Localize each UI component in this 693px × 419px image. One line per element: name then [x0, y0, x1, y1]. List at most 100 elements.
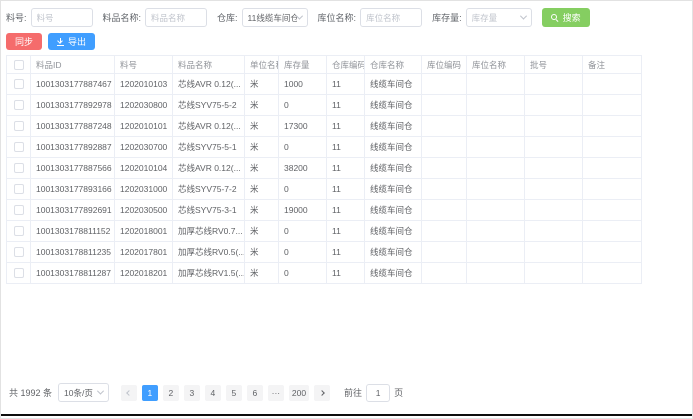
cell-remark	[583, 221, 642, 242]
search-button-label: 搜索	[563, 11, 581, 24]
page-button[interactable]: 200	[289, 385, 309, 401]
chevron-down-icon	[296, 13, 303, 20]
row-checkbox[interactable]	[14, 163, 24, 173]
page-button[interactable]: 5	[226, 385, 242, 401]
download-icon	[57, 38, 64, 46]
material-code-input[interactable]	[31, 8, 93, 27]
filter-material-code: 料号:	[6, 8, 93, 27]
row-checkbox[interactable]	[14, 121, 24, 131]
select-all-checkbox[interactable]	[14, 60, 24, 70]
filter-stock-qty: 库存量: 库存量	[432, 8, 532, 27]
table-row[interactable]: 1001303177887248 1202010101 芯线AVR 0.12(.…	[7, 116, 642, 137]
col-header-location-name: 库位名称	[467, 56, 525, 74]
search-button[interactable]: 搜索	[542, 8, 590, 27]
more-pages-button[interactable]: ···	[268, 385, 284, 401]
cell-item-id: 1001303177887248	[31, 116, 115, 137]
warehouse-select[interactable]: 11线缆车间仓	[242, 8, 308, 27]
table-row[interactable]: 1001303178811152 1202018001 加厚芯线RV0.7...…	[7, 221, 642, 242]
cell-location-name	[467, 263, 525, 284]
prev-page-button[interactable]	[121, 385, 137, 401]
item-name-input[interactable]	[145, 8, 207, 27]
cell-remark	[583, 179, 642, 200]
cell-warehouse-name: 线缆车间仓	[365, 179, 422, 200]
table-row[interactable]: 1001303177892978 1202030800 芯线SYV75-5-2 …	[7, 95, 642, 116]
page-size-value: 10条/页	[64, 387, 93, 399]
page-button[interactable]: 2	[163, 385, 179, 401]
material-code-label: 料号:	[6, 11, 27, 24]
cell-unit-name: 米	[245, 179, 279, 200]
cell-material-code: 1202010101	[115, 116, 173, 137]
page-button[interactable]: 3	[184, 385, 200, 401]
cell-remark	[583, 242, 642, 263]
item-name-label: 料品名称:	[103, 11, 142, 24]
cell-unit-name: 米	[245, 74, 279, 95]
goto-page-input[interactable]	[366, 384, 390, 402]
stock-qty-select[interactable]: 库存量	[466, 8, 532, 27]
cell-warehouse-code: 11	[327, 263, 365, 284]
cell-item-name: 加厚芯线RV1.5(...	[173, 263, 245, 284]
page-button[interactable]: 4	[205, 385, 221, 401]
location-name-input[interactable]	[360, 8, 422, 27]
cell-material-code: 1202017801	[115, 242, 173, 263]
row-checkbox[interactable]	[14, 226, 24, 236]
cell-warehouse-name: 线缆车间仓	[365, 221, 422, 242]
table-row[interactable]: 1001303177887566 1202010104 芯线AVR 0.12(.…	[7, 158, 642, 179]
cell-location-name	[467, 137, 525, 158]
cell-unit-name: 米	[245, 263, 279, 284]
cell-item-name: 芯线SYV75-3-1	[173, 200, 245, 221]
cell-location-code	[422, 158, 467, 179]
cell-warehouse-name: 线缆车间仓	[365, 116, 422, 137]
table-row[interactable]: 1001303177893166 1202031000 芯线SYV75-7-2 …	[7, 179, 642, 200]
row-checkbox[interactable]	[14, 247, 24, 257]
row-checkbox[interactable]	[14, 142, 24, 152]
page-size-select[interactable]: 10条/页	[58, 383, 109, 402]
cell-batch-no	[525, 263, 583, 284]
cell-item-name: 芯线SYV75-5-1	[173, 137, 245, 158]
row-checkbox[interactable]	[14, 184, 24, 194]
cell-stock-qty: 17300	[279, 116, 327, 137]
row-checkbox[interactable]	[14, 100, 24, 110]
sync-button[interactable]: 同步	[6, 33, 42, 50]
cell-item-name: 芯线AVR 0.12(...	[173, 158, 245, 179]
row-checkbox[interactable]	[14, 268, 24, 278]
export-button-label: 导出	[68, 35, 86, 48]
cell-batch-no	[525, 74, 583, 95]
cell-item-name: 芯线SYV75-7-2	[173, 179, 245, 200]
page-button[interactable]: 1	[142, 385, 158, 401]
row-checkbox[interactable]	[14, 79, 24, 89]
col-header-item-name: 料品名称	[173, 56, 245, 74]
table-row[interactable]: 1001303177887467 1202010103 芯线AVR 0.12(.…	[7, 74, 642, 95]
cell-warehouse-name: 线缆车间仓	[365, 95, 422, 116]
cell-material-code: 1202030500	[115, 200, 173, 221]
goto-label: 前往	[344, 386, 362, 399]
toolbar: 同步 导出	[1, 27, 692, 50]
cell-warehouse-name: 线缆车间仓	[365, 158, 422, 179]
cell-location-name	[467, 95, 525, 116]
cell-warehouse-code: 11	[327, 74, 365, 95]
cell-material-code: 1202010103	[115, 74, 173, 95]
chevron-down-icon	[97, 388, 104, 395]
warehouse-select-value: 11线缆车间仓	[248, 12, 297, 24]
cell-location-code	[422, 263, 467, 284]
export-button[interactable]: 导出	[48, 33, 95, 50]
col-header-material-code: 料号	[115, 56, 173, 74]
table-row[interactable]: 1001303178811287 1202018201 加厚芯线RV1.5(..…	[7, 263, 642, 284]
cell-item-id: 1001303177887566	[31, 158, 115, 179]
table-row[interactable]: 1001303178811235 1202017801 加厚芯线RV0.5(..…	[7, 242, 642, 263]
page-button[interactable]: 6	[247, 385, 263, 401]
cell-remark	[583, 137, 642, 158]
row-checkbox[interactable]	[14, 205, 24, 215]
next-page-button[interactable]	[314, 385, 330, 401]
cell-unit-name: 米	[245, 242, 279, 263]
col-header-stock-qty: 库存量	[279, 56, 327, 74]
table-header-row: 料品ID 料号 料品名称 单位名称 库存量 仓库编码 仓库名称 库位编码 库位名…	[7, 56, 642, 74]
total-count: 共 1992 条	[9, 386, 52, 399]
cell-warehouse-code: 11	[327, 200, 365, 221]
table-row[interactable]: 1001303177892887 1202030700 芯线SYV75-5-1 …	[7, 137, 642, 158]
filter-location-name: 库位名称:	[318, 8, 423, 27]
cell-batch-no	[525, 137, 583, 158]
cell-location-code	[422, 74, 467, 95]
cell-stock-qty: 0	[279, 242, 327, 263]
cell-remark	[583, 200, 642, 221]
table-row[interactable]: 1001303177892691 1202030500 芯线SYV75-3-1 …	[7, 200, 642, 221]
